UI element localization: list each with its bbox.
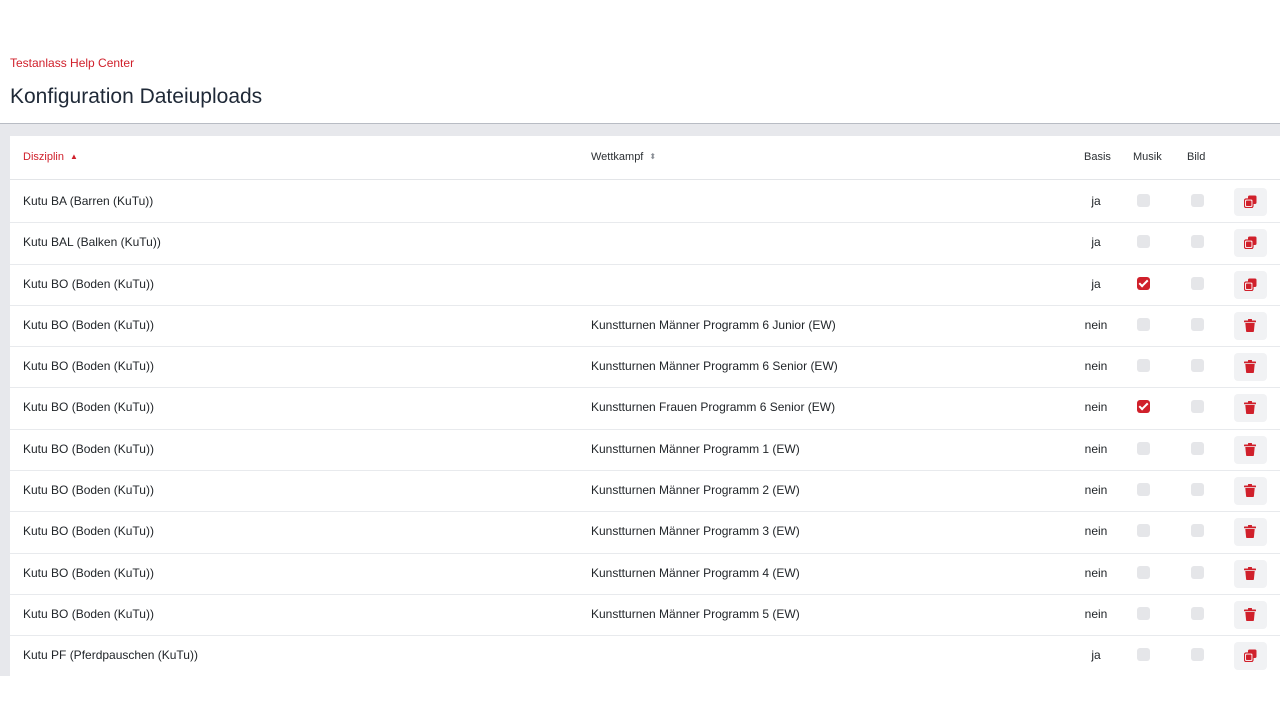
table-row: Kutu BA (Barren (KuTu)) ja bbox=[10, 182, 1280, 224]
musik-checkbox[interactable] bbox=[1137, 359, 1150, 373]
musik-checkbox[interactable] bbox=[1137, 194, 1150, 207]
cell-basis: nein bbox=[1084, 400, 1108, 415]
musik-checkbox[interactable] bbox=[1137, 606, 1150, 620]
bild-checkbox[interactable] bbox=[1191, 524, 1204, 538]
cell-disziplin: Kutu BA (Barren (KuTu)) bbox=[23, 194, 154, 208]
bild-checkbox[interactable] bbox=[1191, 194, 1204, 207]
cell-basis: nein bbox=[1084, 565, 1108, 580]
table-body: Kutu BA (Barren (KuTu)) ja Kutu BAL (Balke… bbox=[10, 182, 1280, 676]
cell-disziplin: Kutu BO (Boden (KuTu)) bbox=[23, 359, 154, 374]
delete-button[interactable] bbox=[1234, 311, 1267, 340]
musik-checkbox[interactable] bbox=[1137, 400, 1150, 414]
table-row: Kutu BO (Boden (KuTu)) Kunstturnen Männer… bbox=[10, 512, 1280, 554]
cell-wettkampf: Kunstturnen Männer Programm 3 (EW) bbox=[591, 524, 800, 539]
musik-checkbox[interactable] bbox=[1137, 565, 1150, 579]
musik-checkbox[interactable] bbox=[1137, 235, 1150, 249]
cell-basis: nein bbox=[1084, 317, 1108, 332]
table-row: Kutu BO (Boden (KuTu)) Kunstturnen Männer… bbox=[10, 595, 1280, 637]
musik-checkbox[interactable] bbox=[1137, 317, 1150, 331]
table-row: Kutu BO (Boden (KuTu)) Kunstturnen Männer… bbox=[10, 306, 1280, 348]
cell-basis: nein bbox=[1084, 441, 1108, 456]
cell-basis: ja bbox=[1091, 194, 1101, 208]
table-row: Kutu BO (Boden (KuTu)) ja bbox=[10, 265, 1280, 306]
column-header-disziplin[interactable]: Disziplin ▲ bbox=[23, 151, 78, 163]
bild-checkbox[interactable] bbox=[1191, 317, 1204, 331]
upload-config-table: Disziplin ▲ Wettkampf ⬍ Basis Musik Bild K… bbox=[10, 136, 1280, 676]
musik-checkbox[interactable] bbox=[1137, 524, 1150, 538]
cell-disziplin: Kutu BO (Boden (KuTu)) bbox=[23, 276, 154, 291]
page-header: Testanlass Help Center Konfiguration Dat… bbox=[0, 0, 1280, 124]
cell-basis: ja bbox=[1091, 276, 1101, 291]
musik-checkbox[interactable] bbox=[1137, 648, 1150, 662]
bild-checkbox[interactable] bbox=[1191, 441, 1204, 455]
bild-checkbox[interactable] bbox=[1191, 606, 1204, 620]
column-header-basis: Basis bbox=[1084, 151, 1111, 163]
table-row: Kutu BO (Boden (KuTu)) Kunstturnen Männer… bbox=[10, 554, 1280, 595]
column-header-musik: Musik bbox=[1133, 151, 1162, 163]
cell-basis: ja bbox=[1091, 235, 1101, 250]
cell-basis: nein bbox=[1084, 359, 1108, 374]
cell-basis: ja bbox=[1091, 648, 1101, 663]
cell-wettkampf: Kunstturnen Männer Programm 6 Senior (EW… bbox=[591, 359, 838, 374]
delete-button[interactable] bbox=[1234, 435, 1267, 464]
cell-wettkampf: Kunstturnen Männer Programm 6 Junior (EW… bbox=[591, 317, 836, 332]
cell-disziplin: Kutu BO (Boden (KuTu)) bbox=[23, 524, 154, 539]
column-header-bild: Bild bbox=[1187, 151, 1206, 163]
breadcrumb-link[interactable]: Testanlass Help Center bbox=[10, 56, 134, 70]
table-row: Kutu BO (Boden (KuTu)) Kunstturnen Frauen… bbox=[10, 388, 1280, 430]
copy-button[interactable] bbox=[1234, 229, 1267, 258]
bild-checkbox[interactable] bbox=[1191, 483, 1204, 497]
table-row: Kutu BO (Boden (KuTu)) Kunstturnen Männer… bbox=[10, 430, 1280, 472]
cell-basis: nein bbox=[1084, 524, 1108, 539]
table-row: Kutu BAL (Balken (KuTu)) ja bbox=[10, 223, 1280, 265]
sort-unsorted-icon: ⬍ bbox=[649, 152, 657, 161]
cell-wettkampf: Kunstturnen Frauen Programm 6 Senior (EW… bbox=[591, 400, 836, 415]
delete-button[interactable] bbox=[1234, 477, 1267, 506]
cell-wettkampf: Kunstturnen Männer Programm 2 (EW) bbox=[591, 483, 800, 498]
delete-button[interactable] bbox=[1234, 353, 1267, 382]
bild-checkbox[interactable] bbox=[1191, 359, 1204, 373]
bild-checkbox[interactable] bbox=[1191, 648, 1204, 662]
cell-basis: nein bbox=[1084, 483, 1108, 498]
musik-checkbox[interactable] bbox=[1137, 441, 1150, 455]
cell-basis: nein bbox=[1084, 606, 1108, 621]
copy-button[interactable] bbox=[1234, 188, 1267, 216]
bild-checkbox[interactable] bbox=[1191, 276, 1204, 290]
delete-button[interactable] bbox=[1234, 559, 1267, 588]
cell-disziplin: Kutu BO (Boden (KuTu)) bbox=[23, 441, 154, 456]
cell-disziplin: Kutu PF (Pferdpauschen (KuTu)) bbox=[23, 648, 198, 663]
bild-checkbox[interactable] bbox=[1191, 235, 1204, 249]
table-header: Disziplin ▲ Wettkampf ⬍ Basis Musik Bild bbox=[10, 136, 1280, 180]
cell-disziplin: Kutu BO (Boden (KuTu)) bbox=[23, 317, 154, 332]
sort-ascending-icon: ▲ bbox=[69, 152, 78, 161]
copy-button[interactable] bbox=[1234, 270, 1267, 299]
musik-checkbox[interactable] bbox=[1137, 483, 1150, 497]
table-row: Kutu BO (Boden (KuTu)) Kunstturnen Männer… bbox=[10, 347, 1280, 389]
delete-button[interactable] bbox=[1234, 600, 1267, 629]
cell-disziplin: Kutu BO (Boden (KuTu)) bbox=[23, 400, 154, 415]
bild-checkbox[interactable] bbox=[1191, 400, 1204, 414]
cell-wettkampf: Kunstturnen Männer Programm 1 (EW) bbox=[591, 441, 800, 456]
cell-wettkampf: Kunstturnen Männer Programm 5 (EW) bbox=[591, 606, 800, 621]
column-header-wettkampf[interactable]: Wettkampf ⬍ bbox=[591, 151, 656, 163]
musik-checkbox[interactable] bbox=[1137, 276, 1150, 290]
bild-checkbox[interactable] bbox=[1191, 565, 1204, 579]
cell-disziplin: Kutu BO (Boden (KuTu)) bbox=[23, 483, 154, 498]
cell-disziplin: Kutu BO (Boden (KuTu)) bbox=[23, 606, 154, 621]
table-row: Kutu PF (Pferdpauschen (KuTu)) ja bbox=[10, 636, 1280, 676]
page-title: Konfiguration Dateiuploads bbox=[10, 85, 263, 108]
cell-disziplin: Kutu BO (Boden (KuTu)) bbox=[23, 565, 154, 580]
cell-disziplin: Kutu BAL (Balken (KuTu)) bbox=[23, 235, 161, 250]
table-row: Kutu BO (Boden (KuTu)) Kunstturnen Männer… bbox=[10, 471, 1280, 513]
column-header-disziplin-label: Disziplin bbox=[23, 151, 64, 163]
delete-button[interactable] bbox=[1234, 394, 1267, 423]
column-header-wettkampf-label: Wettkampf bbox=[591, 151, 644, 163]
cell-wettkampf: Kunstturnen Männer Programm 4 (EW) bbox=[591, 565, 800, 580]
copy-button[interactable] bbox=[1234, 642, 1267, 671]
delete-button[interactable] bbox=[1234, 518, 1267, 547]
